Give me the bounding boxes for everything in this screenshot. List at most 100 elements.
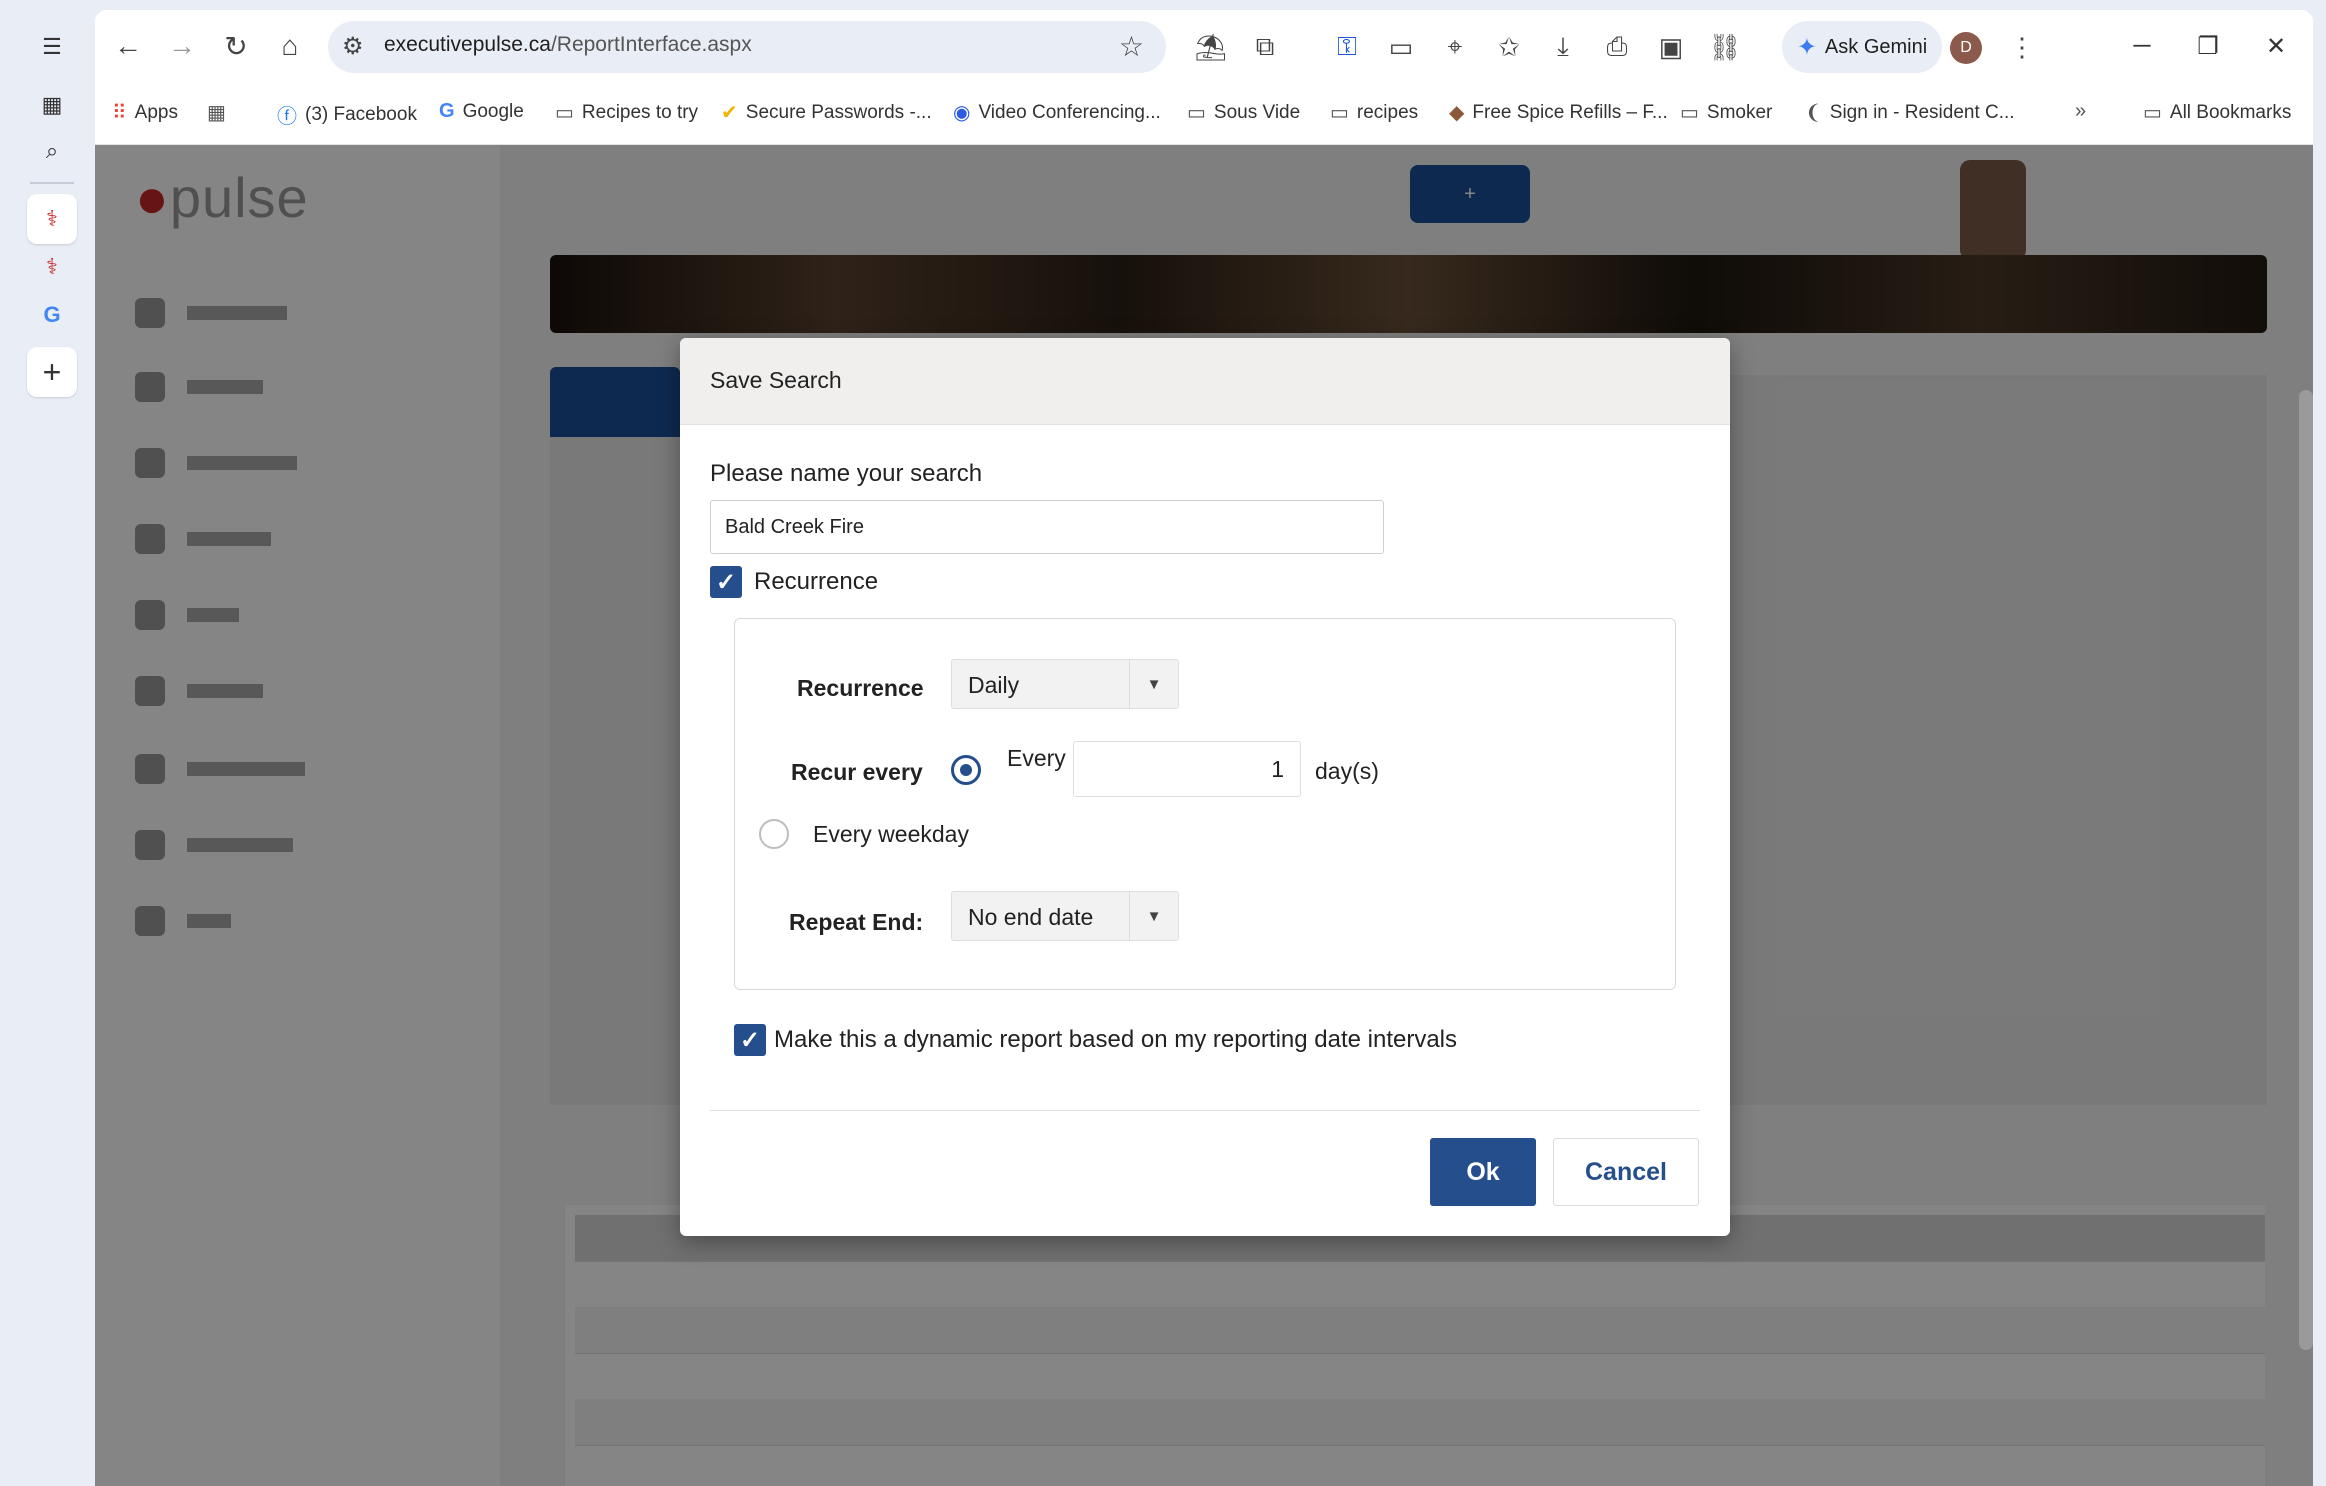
- bookmark-sous-vide[interactable]: ▭ Sous Vide: [1187, 100, 1300, 125]
- repeat-end-select-value: No end date: [968, 904, 1094, 930]
- bookmark-recipes[interactable]: ▭ recipes: [1330, 100, 1418, 125]
- dynamic-report-checkbox[interactable]: ✓: [734, 1024, 766, 1056]
- reload-icon[interactable]: ↻: [216, 26, 256, 66]
- forward-icon[interactable]: →: [162, 26, 202, 66]
- every-days-value: 1: [1271, 756, 1284, 782]
- address-bar[interactable]: ⚙ executivepulse.ca/ReportInterface.aspx…: [328, 21, 1166, 73]
- bookmark-free-spice-refills[interactable]: ◆ Free Spice Refills – F...: [1449, 100, 1668, 125]
- recurrence-select-value: Daily: [968, 672, 1020, 698]
- bookmark-apps[interactable]: ⠿ Apps: [112, 100, 178, 125]
- zoom-icon: ◉: [953, 102, 971, 124]
- bookmark-star-icon[interactable]: ☆: [1119, 30, 1144, 63]
- profile-avatar[interactable]: D: [1950, 32, 1982, 64]
- ask-gemini-label: Ask Gemini: [1824, 35, 1928, 58]
- dropdown-arrow-icon[interactable]: ▼: [1129, 660, 1178, 708]
- extension-icon[interactable]: ⛱: [1191, 27, 1231, 67]
- bookmark-label: recipes: [1356, 101, 1419, 123]
- bookmark-all-bookmarks[interactable]: ▭ All Bookmarks: [2143, 100, 2291, 125]
- grid-icon: ▦: [207, 102, 226, 124]
- dropdown-arrow-icon[interactable]: ▼: [1129, 892, 1178, 940]
- bookmarks-overflow-icon[interactable]: »: [2075, 100, 2086, 123]
- bookmark-label: Sign in - Resident C...: [1829, 101, 2015, 123]
- check-badge-icon: ✔: [721, 102, 738, 124]
- pulse-app-icon[interactable]: ⚕: [27, 194, 77, 244]
- url-text[interactable]: executivepulse.ca/ReportInterface.aspx: [384, 33, 752, 57]
- recurrence-label: Recurrence: [797, 675, 924, 701]
- print-icon[interactable]: ⎙: [1597, 27, 1637, 67]
- bookmark-resident[interactable]: ❨ Sign in - Resident C...: [1805, 100, 2015, 125]
- repeat-end-label: Repeat End:: [789, 909, 924, 935]
- gemini-sparkle-icon: ✦: [1796, 33, 1817, 61]
- add-app-icon[interactable]: +: [27, 347, 77, 397]
- download-icon[interactable]: ⤓: [1543, 27, 1583, 67]
- apps-grid-icon: ⠿: [112, 102, 127, 124]
- browser-toolbar: ← → ↻ ⌂ ⚙ executivepulse.ca/ReportInterf…: [95, 10, 2313, 84]
- folder-icon: ▭: [1680, 102, 1699, 124]
- recur-every-label: Recur every: [791, 759, 923, 785]
- password-key-icon[interactable]: ⚿: [1327, 27, 1367, 67]
- recurrence-panel: Recurrence Daily ▼ Recur every Every 1 d…: [734, 618, 1676, 990]
- bookmark-video-conferencing[interactable]: ◉ Video Conferencing...: [953, 100, 1161, 125]
- every-label: Every: [1007, 745, 1066, 771]
- folder-icon: ▭: [1330, 102, 1349, 124]
- reading-list-star-icon[interactable]: ✩: [1489, 27, 1529, 67]
- bookmark-label: All Bookmarks: [2169, 101, 2292, 123]
- bookmark-label: Secure Passwords -...: [745, 101, 932, 123]
- repeat-end-select[interactable]: No end date ▼: [951, 891, 1179, 941]
- side-panel-toggle-icon[interactable]: ☰: [27, 22, 77, 72]
- google-icon[interactable]: G: [27, 290, 77, 340]
- bookmark-smoker[interactable]: ▭ Smoker: [1680, 100, 1772, 125]
- save-search-dialog: Save Search Please name your search ✓ Re…: [680, 338, 1730, 1236]
- cancel-button[interactable]: Cancel: [1553, 1138, 1699, 1206]
- every-n-days-radio[interactable]: [951, 755, 981, 785]
- bookmark-label: Video Conferencing...: [978, 101, 1161, 123]
- payment-card-icon[interactable]: ▭: [1381, 27, 1421, 67]
- folder-icon: ▭: [2143, 102, 2162, 124]
- ok-button[interactable]: Ok: [1430, 1138, 1536, 1206]
- folder-icon: ▭: [1187, 102, 1206, 124]
- every-weekday-radio[interactable]: [759, 819, 789, 849]
- bookmark-label: Free Spice Refills – F...: [1472, 101, 1668, 123]
- recurrence-checkbox[interactable]: ✓: [710, 566, 742, 598]
- restore-icon[interactable]: ❐: [2184, 26, 2232, 66]
- back-icon[interactable]: ←: [108, 26, 148, 66]
- bookmark-google[interactable]: G Google: [439, 100, 524, 123]
- folder-icon: ▭: [555, 102, 574, 124]
- every-days-input[interactable]: 1: [1073, 741, 1301, 797]
- spice-icon: ◆: [1449, 102, 1465, 124]
- extensions-puzzle-icon[interactable]: ⧉: [1245, 27, 1285, 67]
- every-weekday-label: Every weekday: [813, 821, 969, 847]
- recurrence-select[interactable]: Daily ▼: [951, 659, 1179, 709]
- more-menu-icon[interactable]: ⋮: [2002, 27, 2042, 67]
- bookmark-label: Google: [462, 100, 524, 122]
- location-pin-icon[interactable]: ⌖: [1435, 27, 1475, 67]
- dynamic-report-label: Make this a dynamic report based on my r…: [774, 1026, 1458, 1053]
- search-name-input[interactable]: [710, 500, 1384, 554]
- bookmark-facebook[interactable]: ⓕ (3) Facebook: [277, 100, 417, 129]
- url-host: executivepulse.ca: [384, 33, 551, 56]
- tab-search-icon[interactable]: ⌕: [27, 126, 77, 176]
- browser-side-panel: ☰ ▦ ⌕ ⚕ ⚕ G +: [0, 0, 95, 1486]
- copy-link-icon[interactable]: ⛓: [1705, 27, 1745, 67]
- tab-groups-icon[interactable]: ▦: [27, 80, 77, 130]
- facebook-icon: ⓕ: [277, 106, 297, 128]
- url-path: /ReportInterface.aspx: [550, 33, 752, 56]
- page-scrollbar[interactable]: [2299, 390, 2313, 1350]
- bookmark-secure-passwords[interactable]: ✔ Secure Passwords -...: [721, 100, 932, 125]
- bookmark-recipes-to-try[interactable]: ▭ Recipes to try: [555, 100, 698, 125]
- bookmark-label: Sous Vide: [1213, 101, 1301, 123]
- resident-icon: ❨: [1805, 102, 1822, 124]
- bookmark-label: Recipes to try: [581, 101, 699, 123]
- google-icon: G: [439, 100, 455, 122]
- close-window-icon[interactable]: ✕: [2252, 26, 2300, 66]
- pulse-app-icon-2[interactable]: ⚕: [27, 242, 77, 292]
- dialog-divider: [710, 1110, 1700, 1111]
- home-icon[interactable]: ⌂: [270, 26, 310, 66]
- minimize-icon[interactable]: ─: [2118, 26, 2166, 66]
- chevron-double-right-icon: »: [2075, 100, 2087, 122]
- bookmark-grid[interactable]: ▦: [207, 100, 226, 125]
- qr-code-icon[interactable]: ▣: [1651, 27, 1691, 67]
- side-divider: [30, 182, 74, 184]
- site-info-icon[interactable]: ⚙: [342, 32, 364, 61]
- ask-gemini-button[interactable]: ✦ Ask Gemini: [1782, 21, 1942, 73]
